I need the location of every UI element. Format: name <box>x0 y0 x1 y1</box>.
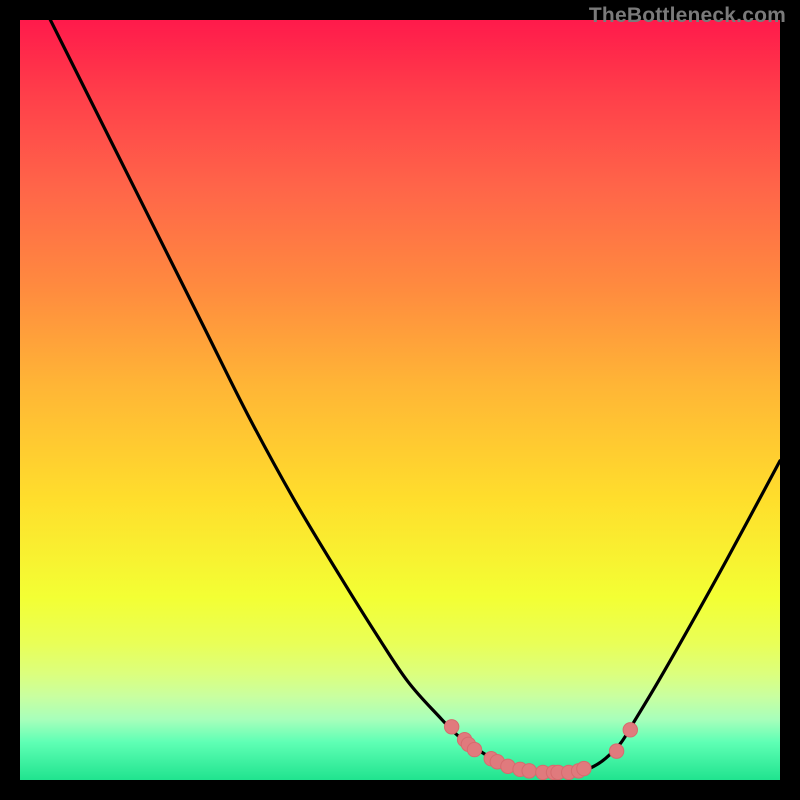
chart-line-series <box>20 20 780 773</box>
bottleneck-curve-path <box>20 20 780 773</box>
chart-scatter-series <box>444 720 637 780</box>
watermark-text: TheBottleneck.com <box>589 4 786 28</box>
data-point <box>522 764 536 778</box>
data-point <box>577 761 591 775</box>
data-point <box>444 720 458 734</box>
data-point <box>467 742 481 756</box>
chart-frame <box>20 20 780 780</box>
chart-curve-layer <box>20 20 780 780</box>
data-point <box>623 723 637 737</box>
data-point <box>609 744 623 758</box>
chart-svg <box>20 20 780 780</box>
plot-area <box>20 20 780 780</box>
